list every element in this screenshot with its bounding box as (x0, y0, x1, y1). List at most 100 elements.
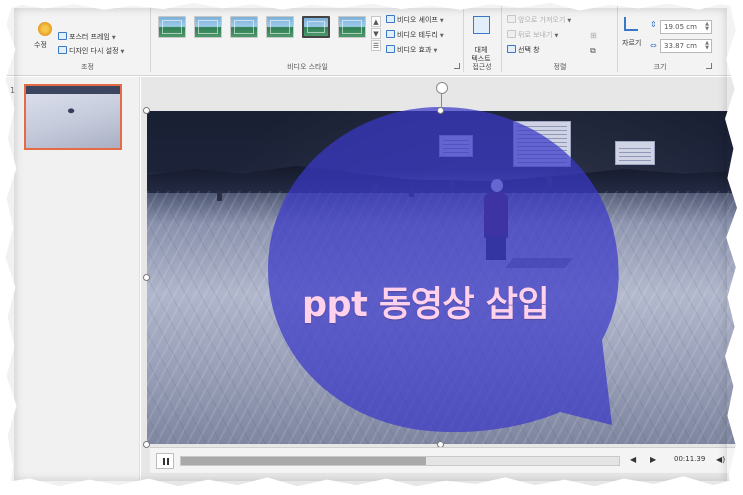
video-styles-group-label: 비디오 스타일 (287, 63, 328, 71)
time-readout: 00:11.39 (674, 455, 706, 463)
video-effects-label: 비디오 효과 (397, 46, 432, 54)
reset-design-label: 디자인 다시 설정 (69, 47, 119, 55)
video-border-button[interactable]: 비디오 테두리 ▼ (386, 30, 444, 41)
slide-thumbnail[interactable] (24, 84, 122, 150)
resize-handle-top[interactable] (437, 107, 444, 114)
progress-fill (181, 457, 427, 465)
group-divider (501, 6, 502, 72)
video-border-label: 비디오 테두리 (397, 31, 438, 39)
chevron-down-icon: ▼ (111, 35, 116, 41)
volume-icon[interactable]: ◀) (716, 455, 725, 464)
reset-design-button[interactable]: 디자인 다시 설정 ▼ (58, 46, 124, 57)
chevron-down-icon: ▼ (554, 33, 559, 39)
group-divider (150, 6, 151, 72)
chevron-down-icon: ▼ (439, 18, 444, 24)
video-styles-launcher-icon[interactable] (454, 63, 460, 69)
video-style-thumb[interactable] (194, 16, 222, 38)
chevron-down-icon: ▼ (120, 49, 125, 55)
rotate-handle-icon[interactable] (436, 82, 448, 94)
video-style-thumb[interactable] (338, 16, 366, 38)
building (439, 135, 473, 157)
selection-pane-button[interactable]: 선택 창 (507, 45, 540, 56)
video-style-thumb[interactable] (266, 16, 294, 38)
bring-forward-button[interactable]: 앞으로 가져오기 ▼ (507, 15, 571, 26)
snowboarder-legs (486, 236, 506, 260)
snowboarder-shadow (504, 258, 574, 268)
resize-handle-left[interactable] (143, 274, 150, 281)
correction-icon (38, 22, 52, 36)
gallery-more-arrow[interactable]: ☰ (371, 40, 381, 51)
ribbon: 수정 포스터 프레임 ▼ 디자인 다시 설정 ▼ 조정 ▲ ▼ ☰ 비디오 셰이프 ▼… (0, 0, 743, 76)
gallery-up-arrow[interactable]: ▲ (371, 16, 381, 27)
height-value: 19.05 cm (664, 23, 697, 31)
width-field[interactable]: 33.87 cm ▲ ▼ (660, 39, 712, 53)
correction-label: 수정 (34, 41, 47, 49)
selection-pane-icon (507, 45, 516, 53)
step-back-icon[interactable]: ◀ (630, 455, 636, 464)
skier (449, 181, 454, 191)
bring-forward-label: 앞으로 가져오기 (518, 16, 566, 24)
reset-design-icon (58, 46, 67, 54)
video-shape-button[interactable]: 비디오 셰이프 ▼ (386, 15, 444, 26)
poster-frame-icon (58, 32, 67, 40)
skier (547, 177, 552, 187)
adjust-group-label: 조정 (81, 63, 94, 71)
chevron-down-icon: ▼ (439, 33, 444, 39)
send-backward-icon (507, 30, 516, 38)
video-shape-label: 비디오 셰이프 (397, 16, 438, 24)
resize-handle-bottom-left[interactable] (143, 441, 150, 448)
slides-panel: 1 (0, 77, 140, 495)
video-effects-button[interactable]: 비디오 효과 ▼ (386, 45, 437, 56)
snowboarder (484, 192, 508, 238)
poster-frame-button[interactable]: 포스터 프레임 ▼ (58, 32, 116, 43)
spin-arrows-icon[interactable]: ▲ ▼ (705, 22, 709, 32)
crop-button[interactable]: 자르기 (622, 38, 641, 49)
skier (373, 183, 378, 193)
bring-forward-icon (507, 15, 516, 23)
group-icon[interactable]: ⧉ (590, 46, 596, 56)
poster-frame-label: 포스터 프레임 (69, 33, 110, 41)
building (513, 121, 571, 167)
size-launcher-icon[interactable] (706, 63, 712, 69)
building (615, 141, 655, 165)
video-frame[interactable] (147, 111, 743, 444)
chevron-down-icon: ▼ (433, 48, 438, 54)
send-backward-button[interactable]: 뒤로 보내기 ▼ (507, 30, 558, 41)
video-style-thumb[interactable] (158, 16, 186, 38)
video-effects-icon (386, 45, 395, 53)
width-value: 33.87 cm (664, 42, 697, 50)
step-forward-icon[interactable]: ▶ (650, 455, 656, 464)
width-icon: ⇔ (650, 41, 657, 50)
video-border-icon (386, 30, 395, 38)
crop-icon (624, 17, 638, 31)
group-divider (617, 6, 618, 72)
spin-arrows-icon[interactable]: ▲ ▼ (705, 41, 709, 51)
bubble-caption[interactable]: ppt 동영상 삽입 (302, 282, 602, 328)
slide-number: 1 (10, 86, 16, 95)
align-icon[interactable]: ⊞ (590, 31, 597, 40)
treeline (147, 166, 743, 193)
media-controls: ◀ ▶ 00:11.39 ◀) (150, 447, 743, 473)
chevron-down-icon: ▼ (567, 18, 572, 24)
height-icon: ⇕ (650, 20, 657, 29)
size-group-label: 크기 (653, 63, 667, 71)
progress-track[interactable] (180, 456, 620, 466)
correction-button[interactable]: 수정 (34, 40, 47, 51)
arrange-group-label: 정렬 (553, 63, 567, 71)
pause-button[interactable] (156, 453, 174, 469)
alt-text-icon (473, 16, 490, 34)
crop-label: 자르기 (622, 39, 642, 47)
alt-text-button[interactable]: 대체 텍스트 (467, 37, 495, 64)
accessibility-group-label: 접근성 (472, 63, 492, 71)
skier (217, 191, 222, 201)
height-field[interactable]: 19.05 cm ▲ ▼ (660, 20, 712, 34)
snowboarder-head (491, 179, 503, 192)
skier (409, 187, 414, 197)
video-style-thumb[interactable] (230, 16, 258, 38)
video-shape-icon (386, 15, 395, 23)
resize-handle-top-left[interactable] (143, 107, 150, 114)
selection-pane-label: 선택 창 (518, 46, 540, 54)
send-backward-label: 뒤로 보내기 (518, 31, 553, 39)
gallery-down-arrow[interactable]: ▼ (371, 28, 381, 39)
video-style-thumb[interactable] (302, 16, 330, 38)
